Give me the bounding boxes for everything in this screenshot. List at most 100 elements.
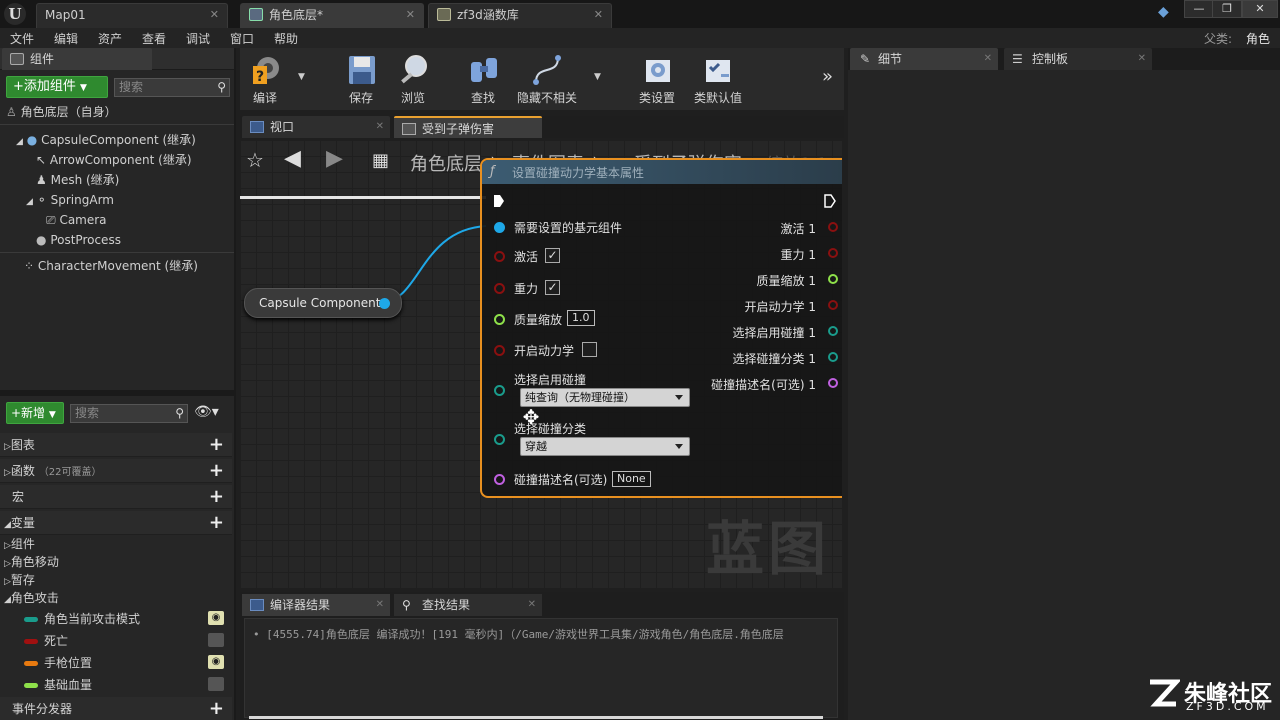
tree-item-capsule[interactable]: ◢ ● CapsuleComponent (继承) (16, 130, 196, 150)
var-group-attack[interactable]: ◢角色攻击 (4, 589, 59, 607)
add-macro-button[interactable]: + (209, 485, 224, 509)
output-pin[interactable] (828, 222, 838, 232)
breadcrumb-blueprint[interactable]: 角色底层 (410, 150, 482, 176)
menu-debug[interactable]: 调试 (186, 30, 210, 47)
browse-button[interactable]: 浏览 (386, 52, 440, 108)
maximize-button[interactable]: ❐ (1212, 0, 1242, 18)
target-input-pin[interactable] (494, 222, 505, 233)
collision-class-dropdown[interactable]: 穿越 (520, 437, 690, 456)
menu-assets[interactable]: 资产 (98, 30, 122, 47)
hide-options-chevron-icon[interactable]: ▼ (594, 72, 601, 82)
view-options-eye-icon[interactable]: 👁︎▾ (194, 404, 219, 420)
components-search-input[interactable]: 搜索 ⚲ (114, 78, 230, 97)
tree-item-mesh[interactable]: ♟ Mesh (继承) (36, 170, 119, 190)
minimize-button[interactable]: — (1184, 0, 1214, 18)
class-settings-button[interactable]: 类设置 (630, 52, 684, 108)
close-window-button[interactable]: ✕ (1242, 0, 1278, 18)
compile-options-chevron-icon[interactable]: ▼ (298, 72, 305, 82)
variable-row[interactable]: 角色当前攻击模式 ◉ (24, 608, 230, 630)
category-graphs[interactable]: ▷图表 + (0, 433, 232, 457)
tab-details[interactable]: ✎ 细节 ✕ (850, 48, 998, 70)
exec-in-pin[interactable] (493, 194, 505, 208)
close-icon[interactable]: ✕ (528, 594, 536, 616)
hide-unrelated-button[interactable]: 隐藏不相关 (512, 52, 582, 108)
close-icon[interactable]: ✕ (984, 48, 992, 70)
compile-button[interactable]: ? 编译 (238, 52, 292, 108)
add-variable-button[interactable]: + (209, 511, 224, 535)
public-eye-icon[interactable]: ◉ (208, 611, 224, 625)
output-pin[interactable] (828, 352, 838, 362)
tree-item-camera[interactable]: ⎚ Camera (46, 210, 107, 230)
gravity-input-pin[interactable] (494, 283, 505, 294)
tab-function-library[interactable]: zf3d涵数库 ✕ (428, 3, 612, 28)
graph-canvas[interactable]: ☆ ◀ ▶ ▦ 角色底层 › 事件图表 › 受到子弹伤害 缩放1:1 Capsu… (240, 140, 842, 588)
toolbar-overflow-icon[interactable]: » (822, 66, 833, 87)
active-checkbox[interactable]: ✓ (545, 248, 560, 263)
collision-enable-input-pin[interactable] (494, 385, 505, 396)
physics-input-pin[interactable] (494, 345, 505, 356)
output-pin[interactable] (828, 326, 838, 336)
set-collision-physics-node[interactable]: ƒ 设置碰撞动力学基本属性 需要设置的基元组件 激活 ✓ 重力 ✓ 质量缩放 1… (480, 158, 842, 498)
gravity-checkbox[interactable]: ✓ (545, 280, 560, 295)
save-button[interactable]: 保存 (334, 52, 388, 108)
tab-viewport[interactable]: 视口 ✕ (242, 116, 390, 138)
tree-item-springarm[interactable]: ◢ ⚬ SpringArm (26, 190, 114, 210)
tree-item-postprocess[interactable]: ● PostProcess (36, 230, 121, 250)
menu-file[interactable]: 文件 (10, 30, 34, 47)
mass-value-input[interactable]: 1.0 (567, 310, 595, 326)
close-icon[interactable]: ✕ (1138, 48, 1146, 70)
add-graph-button[interactable]: + (209, 433, 224, 457)
tab-character-base[interactable]: 角色底层* ✕ (240, 3, 424, 28)
tab-palette[interactable]: ☰ 控制板 ✕ (1004, 48, 1152, 70)
category-macros[interactable]: 宏 + (0, 485, 232, 509)
menu-help[interactable]: 帮助 (274, 30, 298, 47)
category-functions[interactable]: ▷函数 （22可覆盖） + (0, 459, 232, 483)
close-icon[interactable]: ✕ (406, 4, 415, 26)
close-icon[interactable]: ✕ (594, 4, 603, 26)
collision-enable-dropdown[interactable]: 纯查询（无物理碰撞） (520, 388, 690, 407)
var-group-components[interactable]: ▷组件 (4, 535, 35, 553)
active-input-pin[interactable] (494, 251, 505, 262)
var-group-temp[interactable]: ▷暂存 (4, 571, 35, 589)
variable-row[interactable]: 基础血量 (24, 674, 230, 696)
class-defaults-button[interactable]: 类默认值 (690, 52, 746, 108)
output-pin[interactable] (828, 248, 838, 258)
forward-arrow-icon[interactable]: ▶ (326, 146, 343, 171)
output-pin[interactable] (828, 378, 838, 388)
capsule-component-node[interactable]: Capsule Component (244, 288, 402, 318)
parent-class-value[interactable]: 角色 (1246, 30, 1270, 47)
private-eye-icon[interactable] (208, 633, 224, 647)
source-control-icon[interactable]: ◆ (1158, 4, 1176, 22)
tab-graph[interactable]: 受到子弹伤害 (394, 116, 542, 138)
tree-item-movement[interactable]: ⁘ CharacterMovement (继承) (24, 256, 198, 276)
collision-class-input-pin[interactable] (494, 434, 505, 445)
menu-edit[interactable]: 编辑 (54, 30, 78, 47)
category-variables[interactable]: ◢变量 + (0, 511, 232, 535)
variable-row[interactable]: 死亡 (24, 630, 230, 652)
variable-row[interactable]: 手枪位置 ◉ (24, 652, 230, 674)
back-arrow-icon[interactable]: ◀ (284, 146, 301, 171)
var-group-movement[interactable]: ▷角色移动 (4, 553, 59, 571)
blueprint-search-input[interactable]: 搜索 ⚲ (70, 404, 188, 423)
find-button[interactable]: 查找 (456, 52, 510, 108)
new-button[interactable]: +新增 ▼ (6, 402, 64, 424)
tree-root[interactable]: ♙ 角色底层（自身） (6, 102, 117, 122)
tab-compiler-results[interactable]: 编译器结果 ✕ (242, 594, 390, 616)
output-pin[interactable] (828, 300, 838, 310)
menu-window[interactable]: 窗口 (230, 30, 254, 47)
star-icon[interactable]: ☆ (246, 148, 264, 172)
description-input-pin[interactable] (494, 474, 505, 485)
category-dispatchers[interactable]: 事件分发器 + (0, 697, 232, 720)
components-tab[interactable]: 组件 (2, 48, 152, 70)
exec-out-pin[interactable] (824, 194, 836, 208)
mass-input-pin[interactable] (494, 314, 505, 325)
description-value-input[interactable]: None (612, 471, 651, 487)
close-icon[interactable]: ✕ (376, 116, 384, 138)
add-dispatcher-button[interactable]: + (209, 697, 224, 720)
horizontal-scrollbar[interactable] (249, 716, 823, 719)
tab-find-results[interactable]: ⚲ 查找结果 ✕ (394, 594, 542, 616)
physics-checkbox[interactable] (582, 342, 597, 357)
close-icon[interactable]: ✕ (210, 4, 219, 26)
menu-view[interactable]: 查看 (142, 30, 166, 47)
add-component-button[interactable]: +添加组件 ▼ (6, 76, 108, 98)
